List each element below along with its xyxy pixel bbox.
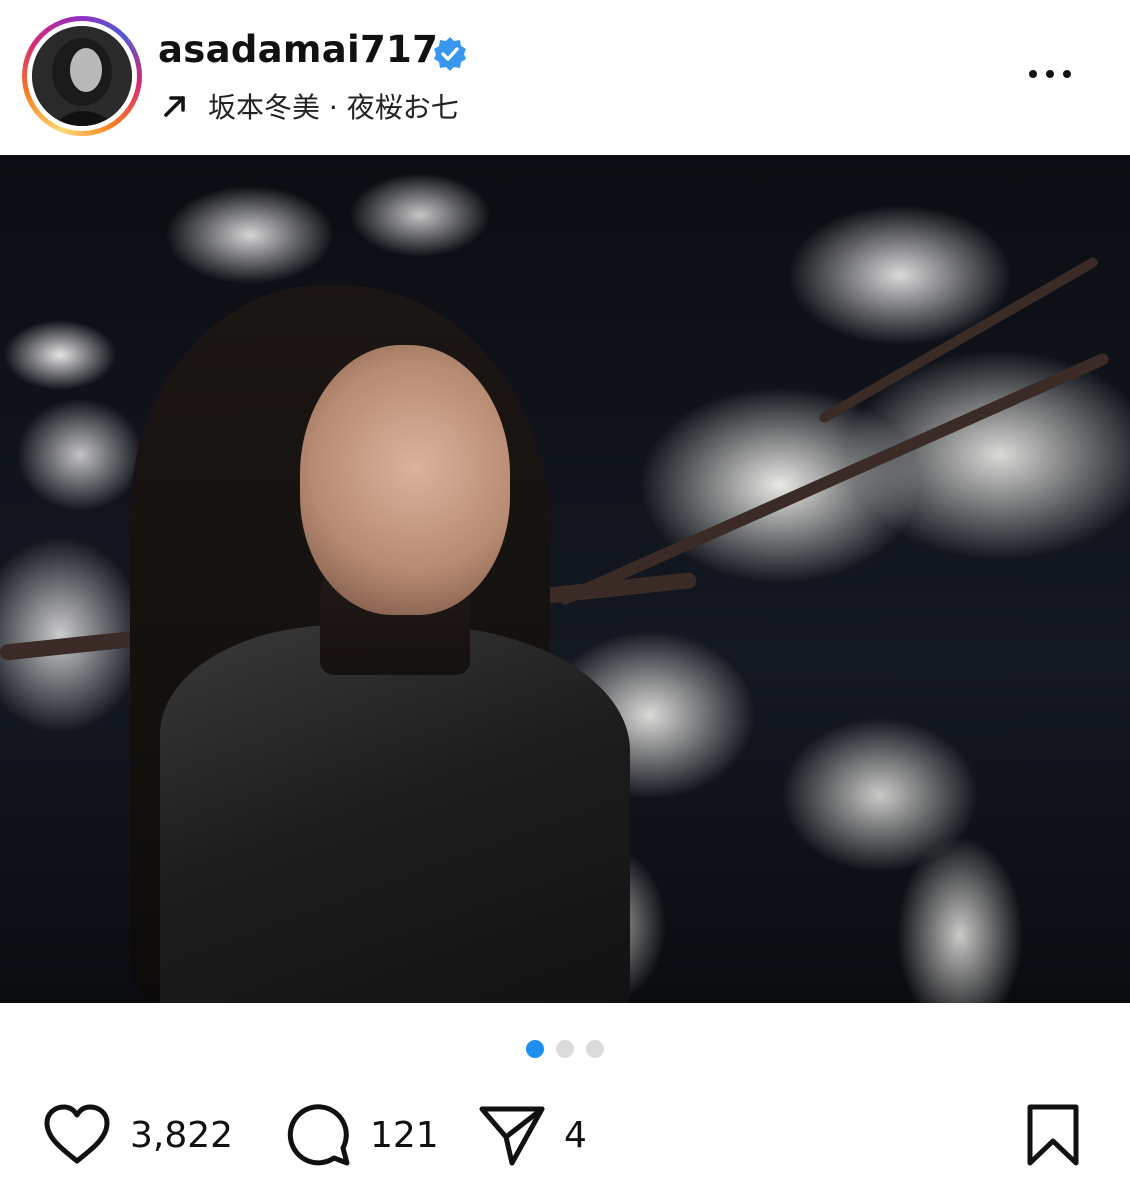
comment-button[interactable]: 121 bbox=[286, 1100, 439, 1170]
comment-bubble-icon bbox=[287, 1104, 350, 1166]
story-ring[interactable] bbox=[22, 16, 142, 136]
more-dot bbox=[1046, 70, 1054, 78]
post-photo[interactable] bbox=[0, 155, 1130, 1003]
more-horizontal-icon bbox=[1029, 70, 1037, 78]
carousel-dot[interactable] bbox=[586, 1040, 604, 1058]
more-dot bbox=[1063, 70, 1071, 78]
cherry-branch bbox=[557, 351, 1111, 607]
action-bar: 3,822 121 4 bbox=[0, 1090, 1130, 1180]
bookmark-icon bbox=[1027, 1104, 1079, 1166]
save-button[interactable] bbox=[1020, 1100, 1086, 1170]
post-header: asadamai717 坂本冬美 · 夜桜お七 bbox=[0, 0, 1130, 155]
comment-count: 121 bbox=[370, 1114, 439, 1156]
carousel-indicator bbox=[0, 1040, 1130, 1060]
location-text: 坂本冬美 · 夜桜お七 bbox=[208, 91, 459, 124]
more-options-button[interactable] bbox=[1010, 58, 1090, 90]
arrow-up-right-icon bbox=[164, 96, 185, 117]
share-count: 4 bbox=[564, 1114, 587, 1156]
like-button[interactable]: 3,822 bbox=[42, 1100, 233, 1170]
subject-jacket bbox=[160, 625, 630, 1003]
cherry-branch bbox=[817, 255, 1100, 425]
carousel-dot-active[interactable] bbox=[526, 1040, 544, 1058]
like-count: 3,822 bbox=[130, 1114, 234, 1156]
carousel-dot[interactable] bbox=[556, 1040, 574, 1058]
username[interactable]: asadamai717 bbox=[158, 28, 438, 71]
location-link[interactable]: 坂本冬美 · 夜桜お七 bbox=[160, 86, 459, 126]
paper-plane-icon bbox=[479, 1106, 545, 1166]
share-button[interactable]: 4 bbox=[478, 1100, 587, 1170]
verified-badge-icon bbox=[434, 37, 466, 71]
avatar-portrait bbox=[32, 26, 132, 126]
subject-face bbox=[300, 345, 510, 615]
heart-icon bbox=[44, 1104, 110, 1164]
avatar[interactable] bbox=[32, 26, 132, 126]
